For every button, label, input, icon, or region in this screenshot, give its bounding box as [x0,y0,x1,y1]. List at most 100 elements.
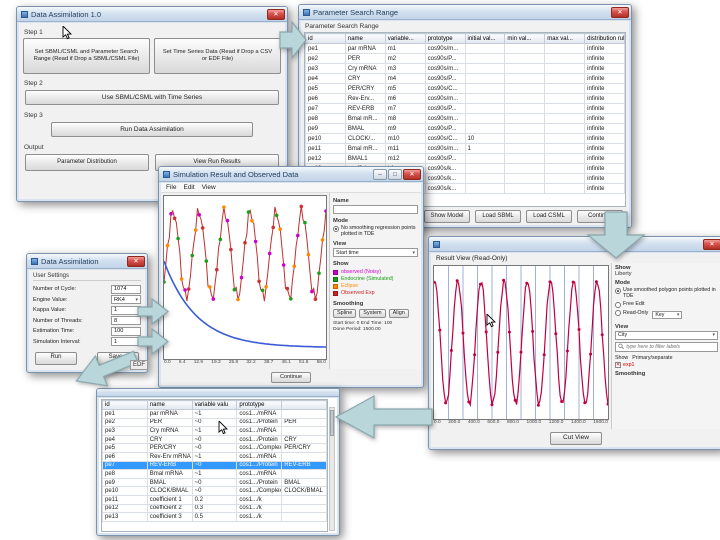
table-row[interactable]: pe10 CLOCK/... m10 cos90s/C... 10 infinite [305,133,625,144]
scrollbar-thumb[interactable] [330,410,334,436]
close-icon[interactable]: ✕ [703,238,720,250]
view-select[interactable]: Start time ▾ [333,248,418,258]
field-input[interactable]: 8 [111,316,141,325]
column-header[interactable]: distribution rule [584,33,625,44]
use-sbml-button[interactable]: Use SBML/CSML with Time Series [25,90,279,105]
table-row[interactable]: pe9 BMAL ~0 cos1.../Protein BMAL [102,477,327,488]
desktop: Data Assimilation 1.0 ✕ Step 1 Set SBML/… [0,0,720,540]
table-row[interactable]: pe6 Rev-Erv mRNA ~1 cos1.../mRNA [102,451,327,462]
menu-view[interactable]: View [202,184,216,191]
city-select[interactable]: City ▾ [615,330,718,340]
table-row[interactable]: pe3 Cry mRNA m3 cos90s/m... infinite [305,63,625,74]
minimize-icon[interactable]: – [373,168,387,180]
titlebar[interactable] [97,389,339,397]
liberty-label: Liberty [615,271,632,277]
system-button[interactable]: System [359,309,386,319]
table-row[interactable]: pe11 coefficient 1 0.2 cos1.../k [102,494,327,505]
name-input[interactable] [333,205,418,214]
table-row[interactable]: pe8 Bmal mR... m8 cos90s/m... infinite [305,113,625,124]
table-row[interactable]: pe2 PER m2 cos90s/P... infinite [305,53,625,64]
column-header[interactable]: id [102,400,148,410]
period-info: Done Period: 1500.00 [333,327,381,333]
column-header[interactable]: name [344,33,386,44]
field-input[interactable]: 1074 [111,284,141,294]
maximize-icon[interactable]: □ [388,168,402,180]
menu-file[interactable]: File [166,184,176,191]
table-row[interactable]: pe5 PER/CRY m5 cos90s/C... infinite [305,83,625,94]
table-cell: cos1.../k [236,503,283,514]
load-csml-button[interactable]: Load CSML [526,210,572,223]
filter-input[interactable] [626,343,715,350]
column-header[interactable] [281,400,327,410]
titlebar[interactable]: ✕ [429,237,720,252]
close-icon[interactable]: ✕ [403,168,421,180]
table-row[interactable]: pe4 CRY m4 cos90s/P... infinite [305,73,625,84]
radio-smoothed-polygon[interactable]: Use smoothed polygon points plotted in T… [615,287,718,299]
table-row[interactable]: pe8 Bmal mRNA ~1 cos1.../mRNA [102,469,327,479]
column-header[interactable]: variable... [384,33,426,44]
checkbox-icon: ✕ [615,361,621,368]
column-header[interactable]: prototype [236,400,283,410]
continue-button[interactable]: Continue [271,371,311,383]
table-row[interactable]: pe13 coefficient 3 0.5 cos1.../k [102,512,327,522]
table-row[interactable]: pe9 BMAL m9 cos90s/P... infinite [305,123,625,134]
exp1-checkbox-row[interactable]: ✕ exp1 [615,361,718,368]
field-select[interactable]: RK4 [111,295,141,304]
field-input[interactable]: 100 [111,326,141,336]
field-input[interactable]: 1 [111,305,141,315]
show-model-button[interactable]: Show Model [424,210,470,223]
table-row[interactable]: pe5 PER/CRY ~0 cos1.../Complex PER/CRY [102,443,327,453]
table-row[interactable]: pe10 CLOCK/BMAL ~0 cos1.../Complex CLOCK/BMA… [102,486,327,496]
column-header[interactable]: initial val... [464,33,506,44]
table-row[interactable]: pe12 BMAL1 m12 cos90s/P... infinite [305,153,625,164]
table-row[interactable]: pe3 Cry mRNA ~1 cos1.../mRNA [102,426,327,436]
column-header[interactable]: max val... [544,33,586,44]
load-sbml-button[interactable]: Load SBML [475,210,521,223]
table-row[interactable]: pe6 Rev-Erv... m6 cos90s/m... infinite [305,93,625,104]
filter-searchbox[interactable] [615,341,718,352]
table-row[interactable]: pe1 par mRNA ~1 cos1.../mRNA [102,409,327,419]
radio-read-only[interactable]: Read-Only Key ▾ [615,310,718,320]
column-header[interactable]: id [305,33,346,44]
titlebar[interactable]: Parameter Search Range ✕ [299,5,631,20]
table-cell: BMAL [146,477,193,488]
table-row[interactable]: pe2 PER ~0 cos1.../Protein PER [102,417,327,428]
table-row[interactable]: pe11 Bmal mR... m11 cos90s/m... 1 infinite [305,143,625,154]
table-row[interactable]: pe1 par mRNA m1 cos90s/m... infinite [305,43,625,54]
vertical-scrollbar[interactable] [329,407,335,531]
titlebar[interactable]: Simulation Result and Observed Data – □ … [159,167,423,182]
set-timeseries-button[interactable]: Set Time Series Data (Read if Drop a CSV… [154,38,281,74]
legend-item[interactable]: Endocrine (Simulated) [333,276,418,282]
close-icon[interactable]: ✕ [267,8,285,20]
cut-view-button[interactable]: Cut View [550,431,602,445]
table-row[interactable]: pe7 REV-ERB m7 cos90s/P... infinite [305,103,625,114]
window-icon [163,170,170,178]
legend-item[interactable]: observed (Noisy) [333,269,418,275]
legend-item[interactable]: Eclipse [333,283,418,289]
set-model-button[interactable]: Set SBML/CSML and Parameter Search Range… [23,38,150,74]
table-row[interactable]: pe4 CRY ~0 cos1.../Protein CRY [102,434,327,445]
table-row[interactable]: pe12 coefficient 2 0.3 cos1.../k [102,503,327,514]
column-header[interactable]: name [146,400,193,410]
table-row[interactable]: pe7 REV-ERB ~0 cos1.../Protein REV-ERB [102,460,327,471]
close-icon[interactable]: ✕ [611,6,629,18]
parameter-distribution-button[interactable]: Parameter Distribution [25,154,149,171]
table-cell: cos90s/m... [424,113,466,124]
key-select[interactable]: Key ▾ [652,310,683,319]
legend-item[interactable]: Observed Exp [333,290,418,296]
titlebar[interactable]: Data Assimilation 1.0 ✕ [17,7,287,22]
table-cell: Cry mRNA [146,426,193,436]
column-header[interactable]: prototype [424,33,466,44]
titlebar[interactable]: Data Assimilation ✕ [27,254,147,269]
table-cell: par mRNA [146,409,193,419]
column-header[interactable]: variable valu [191,400,238,410]
radio-no-smoothing[interactable]: No smoothing regression points plotted i… [333,225,418,237]
close-icon[interactable]: ✕ [127,255,145,267]
run-data-assimilation-button[interactable]: Run Data Assimilation [51,122,253,137]
menu-edit[interactable]: Edit [183,184,194,191]
table-cell: CLOCK/... [344,133,386,144]
radio-free-edit[interactable]: Free Edit [615,301,718,308]
column-header[interactable]: min val... [504,33,546,44]
spline-button[interactable]: Spline [333,309,357,319]
align-button[interactable]: Align [388,309,409,319]
